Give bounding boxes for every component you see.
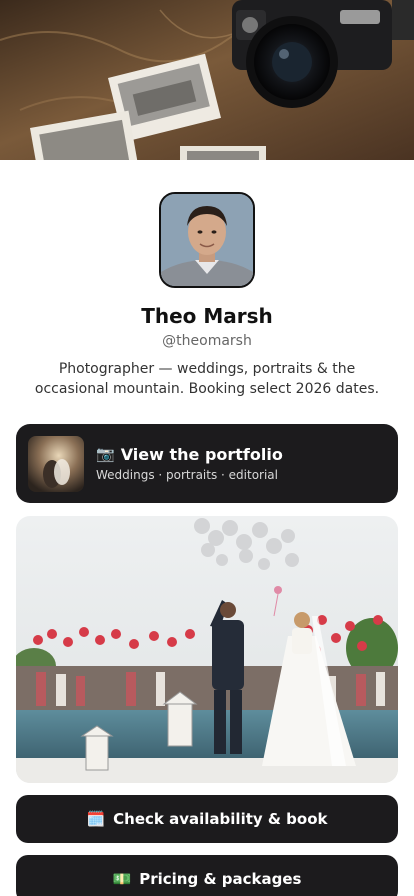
profile-handle: @theomarsh xyxy=(162,333,252,349)
portfolio-thumbnail xyxy=(28,435,84,492)
calendar-icon: 🗓️ xyxy=(86,809,106,828)
profile-name: Theo Marsh xyxy=(141,304,273,328)
portfolio-subtitle: Weddings · portraits · editorial xyxy=(96,468,278,482)
check-availability-label: Check availability & book xyxy=(113,810,328,828)
camera-icon: 📷 xyxy=(96,445,115,463)
pricing-button[interactable]: 💵 Pricing & packages xyxy=(16,855,398,896)
cover-photo xyxy=(0,0,414,160)
profile-bio: Photographer — weddings, portraits & the… xyxy=(34,361,380,397)
check-availability-button[interactable]: 🗓️ Check availability & book xyxy=(16,795,398,843)
money-icon: 💵 xyxy=(112,869,132,888)
avatar xyxy=(159,192,255,288)
portfolio-title: View the portfolio xyxy=(120,445,283,464)
pricing-label: Pricing & packages xyxy=(139,870,302,888)
portfolio-link-card[interactable]: 📷 View the portfolio Weddings · portrait… xyxy=(16,424,398,503)
featured-wedding-photo xyxy=(16,516,398,783)
